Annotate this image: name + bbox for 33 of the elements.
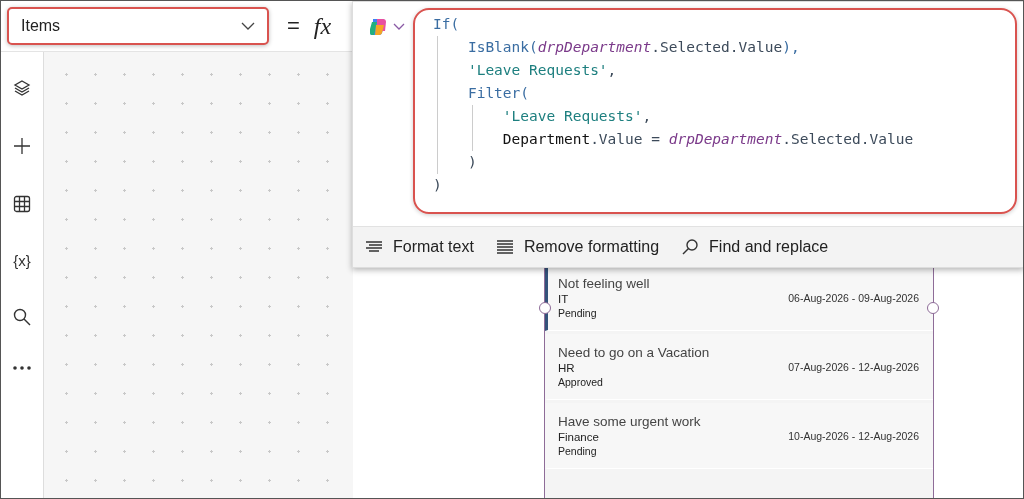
search-icon[interactable]	[12, 307, 32, 327]
item-status: Pending	[558, 445, 598, 457]
equals-sign: =	[287, 13, 300, 39]
item-status: Pending	[558, 307, 598, 319]
chevron-down-icon	[241, 22, 255, 30]
variables-icon[interactable]: {x}	[13, 252, 31, 269]
item-title: Need to go on a Vacation	[558, 345, 710, 360]
table-icon[interactable]	[12, 194, 32, 214]
item-department: IT	[558, 293, 570, 305]
item-department: HR	[558, 362, 576, 374]
format-text-icon	[365, 240, 383, 254]
resize-handle[interactable]	[539, 302, 551, 314]
item-dates: 10-Aug-2026 - 12-Aug-2026	[788, 429, 919, 442]
layers-icon[interactable]	[12, 78, 32, 98]
search-icon	[681, 238, 700, 256]
item-title: Have some urgent work	[558, 414, 701, 429]
add-icon[interactable]	[12, 136, 32, 156]
fx-label: fx	[313, 12, 332, 40]
formula-code[interactable]: If( IsBlank(drpDepartment.Selected.Value), 'Leave Requests', Filter( 'Leave Requests', Department.Value = drpDepartment.Selected.Value ) )	[413, 8, 1017, 214]
lines-icon	[495, 240, 514, 254]
item-department: Finance	[558, 431, 600, 443]
property-dropdown[interactable]: Items	[7, 7, 269, 45]
item-dates: 07-Aug-2026 - 12-Aug-2026	[788, 360, 919, 373]
item-status: Approved	[558, 376, 604, 388]
chevron-down-icon[interactable]	[393, 23, 405, 30]
more-icon[interactable]	[12, 365, 32, 371]
item-dates: 06-Aug-2026 - 09-Aug-2026	[788, 291, 919, 304]
gallery-item[interactable]: Not feeling well IT Pending 06-Aug-2026 - 09-Aug-2026	[545, 265, 933, 331]
copilot-icon[interactable]	[367, 16, 389, 38]
find-button[interactable]: Find and replace	[679, 234, 831, 260]
remove-button[interactable]: Remove formatting	[493, 234, 662, 260]
item-title: Not feeling well	[558, 276, 650, 291]
format-button[interactable]: Format text	[363, 234, 476, 260]
